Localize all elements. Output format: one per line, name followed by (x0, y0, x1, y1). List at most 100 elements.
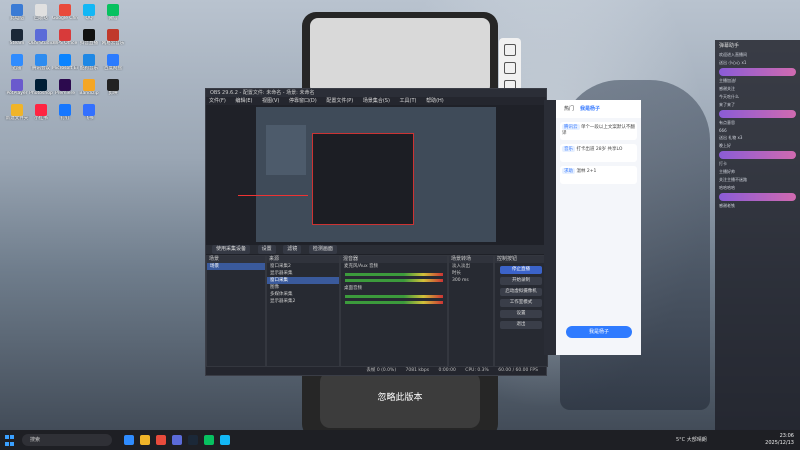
obs-icon[interactable] (172, 435, 182, 445)
windows-start-icon[interactable] (5, 435, 15, 446)
desktop-icon[interactable]: Premiere (52, 79, 78, 103)
desktop-icon-label: 剪映 (108, 91, 118, 96)
obs-docks: 场景 场景 来源 窗口采集2 显示器采集 窗口采集 图像 多媒体采集 显示器采集… (206, 255, 548, 375)
obs-window[interactable]: OBS 29.6.2 - 配置文件: 未命名 - 场景: 未命名 文件(F) 编… (205, 88, 548, 376)
steam-icon[interactable] (188, 435, 198, 445)
chat-tab[interactable]: 热门 (564, 106, 574, 112)
transitions-dock: 场景转场 淡入淡出 时长 300 ms (448, 255, 494, 367)
obs-preview[interactable] (238, 107, 496, 242)
danmaku-row: 打卡 (719, 161, 727, 166)
transitions-dock-title: 场景转场 (449, 256, 493, 263)
start-recording-button[interactable]: 开始录制 (500, 277, 542, 285)
tool-icon-2[interactable] (504, 62, 516, 74)
desktop-icon[interactable]: 酷狗音乐 (76, 54, 102, 78)
source-item[interactable]: 图像 (267, 284, 339, 291)
source-settings-button[interactable]: 设置 (257, 245, 276, 254)
menu-edit[interactable]: 编辑(E) (235, 98, 252, 104)
desktop-icon-label: 网易云音乐 (101, 41, 125, 46)
desktop-icon[interactable]: 网易云音乐 (100, 29, 126, 53)
scenes-dock-title: 场景 (207, 256, 265, 263)
weather-widget[interactable]: 5°C 大部晴朗 (676, 436, 707, 443)
app-icon (83, 54, 95, 66)
desktop-icon[interactable]: 剪映 (100, 79, 126, 103)
virtual-camera-button[interactable]: 启动虚拟摄像机 (500, 288, 542, 296)
folder-icon[interactable] (140, 435, 150, 445)
clock[interactable]: 23:06 2025/12/13 (765, 433, 794, 447)
app-icon (83, 29, 95, 41)
menu-docks[interactable]: 停靠窗口(D) (289, 98, 317, 104)
duration-label: 时长 (452, 271, 461, 276)
desktop-icon[interactable]: 新建文件夹 (4, 104, 30, 128)
settings-button[interactable]: 设置 (500, 310, 542, 318)
gift-banner (719, 193, 796, 201)
sources-dock-title: 来源 (267, 256, 339, 263)
desktop-icon-label: 酷狗音乐 (80, 66, 98, 71)
danmaku-panel[interactable]: 弹幕助手 欢迎进入直播间 送出 小心心 x1 主播加油! 感谢关注 今天吃什么 来了来了有… (715, 40, 800, 435)
qq-icon[interactable] (220, 435, 230, 445)
mic-volume-slider[interactable] (345, 279, 443, 282)
desktop-icon[interactable]: 小红书 (28, 104, 54, 128)
preview-desktop-capture (266, 125, 306, 175)
desktop-icon[interactable]: 此电脑 (4, 4, 30, 28)
menu-profile[interactable]: 配置文件(P) (326, 98, 353, 104)
exit-button[interactable]: 退出 (500, 321, 542, 329)
source-check-button[interactable]: 检测画面 (308, 245, 337, 254)
duration-input[interactable]: 300 ms (449, 277, 493, 284)
menu-tools[interactable]: 工具(T) (400, 98, 417, 104)
desktop-icon[interactable]: Microsoft Edge (52, 54, 78, 78)
menu-scene-collection[interactable]: 场景集合(S) (363, 98, 390, 104)
desktop-icon[interactable]: 飞书 (76, 104, 102, 128)
source-item[interactable]: 显示器采集2 (267, 298, 339, 305)
scene-item[interactable]: 场景 (207, 263, 265, 270)
stop-streaming-button[interactable]: 停止直播 (500, 266, 542, 274)
desktop-icon[interactable]: QQ (76, 4, 102, 28)
tool-icon-1[interactable] (504, 44, 516, 56)
danmaku-row: 666 (719, 128, 727, 133)
source-item[interactable]: 多媒体采集 (267, 291, 339, 298)
msg-text: 温林 2+1 (576, 169, 597, 174)
menu-file[interactable]: 文件(F) (209, 98, 226, 104)
chat-cta-button[interactable]: 我是杨子 (566, 326, 632, 338)
menu-help[interactable]: 帮助(H) (426, 98, 444, 104)
desktop-icon[interactable]: 微信 (100, 4, 126, 28)
desktop-icon[interactable]: 回收站 (28, 4, 54, 28)
source-filters-button[interactable]: 滤镜 (283, 245, 302, 254)
desktop-icon[interactable]: 百度网盘 (100, 54, 126, 78)
preview-bounding-line (238, 195, 308, 196)
chat-message[interactable]: 腾讯云 单个一段以上文案默认不翻译 (560, 122, 637, 140)
transition-type-select[interactable]: 淡入淡出 (449, 263, 493, 270)
desktop-icon-label: QQ (85, 16, 93, 21)
ignore-version-button[interactable]: 忽略此版本 (320, 390, 480, 403)
obs-menubar: 文件(F) 编辑(E) 视图(V) 停靠窗口(D) 配置文件(P) 场景集合(S… (206, 97, 546, 105)
desktop-icon[interactable]: Steam (4, 29, 30, 53)
chat-message[interactable]: 音乐 打卡出道 28岁 共享LO (560, 144, 637, 162)
chat-message[interactable]: 求助 温林 2+1 (560, 166, 637, 184)
desktop-icon[interactable]: OBS Studio (28, 29, 54, 53)
desktop-volume-slider[interactable] (345, 301, 443, 304)
edge-icon[interactable] (124, 435, 134, 445)
desktop-icon[interactable]: Photoshop (28, 79, 54, 103)
desktop-icon[interactable]: Bandizip (76, 79, 102, 103)
clock-date: 2025/12/13 (765, 440, 794, 446)
desktop-icon-label: 回收站 (34, 16, 48, 21)
preview-nested-capture (312, 133, 414, 225)
desktop-icon[interactable]: PotPlayer (4, 79, 30, 103)
desktop-icon[interactable]: 迅雷 (4, 54, 30, 78)
taskbar-search[interactable]: 搜索 (22, 434, 112, 446)
app-icon (35, 29, 47, 41)
source-item[interactable]: 显示器采集 (267, 270, 339, 277)
update-dialog[interactable]: 忽略此版本 (320, 372, 480, 428)
desktop-icon[interactable]: WPS Office (52, 29, 78, 53)
desktop-icon[interactable]: 抖音直播 (76, 29, 102, 53)
source-item[interactable]: 窗口采集2 (267, 263, 339, 270)
desktop-icon[interactable]: Google Chrome (52, 4, 78, 28)
chat-panel[interactable]: 热门我是杨子 腾讯云 单个一段以上文案默认不翻译 音乐 打卡出道 28岁 共享L… (556, 100, 641, 355)
gift-banner (719, 68, 796, 76)
chrome-icon[interactable] (156, 435, 166, 445)
studio-mode-button[interactable]: 工作室模式 (500, 299, 542, 307)
source-item[interactable]: 窗口采集 (267, 277, 339, 284)
desktop-icon[interactable]: 腾讯会议 (28, 54, 54, 78)
desktop-icon[interactable]: 钉钉 (52, 104, 78, 128)
wechat-icon[interactable] (204, 435, 214, 445)
menu-view[interactable]: 视图(V) (262, 98, 279, 104)
